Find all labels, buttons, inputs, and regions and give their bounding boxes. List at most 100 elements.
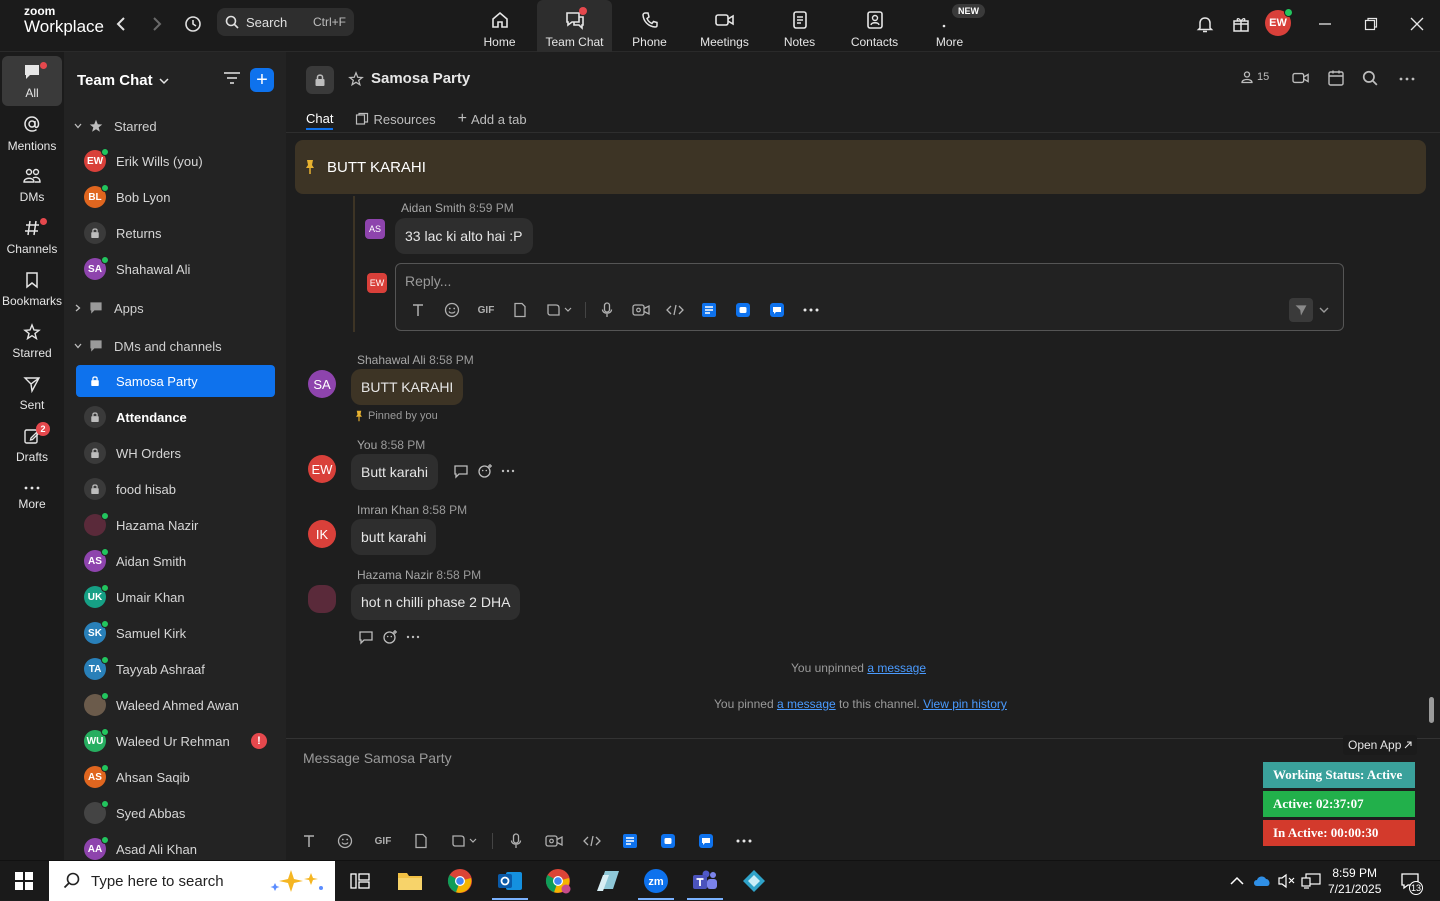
tray-chevron-up-icon[interactable]	[1227, 867, 1247, 895]
nav-more[interactable]: NEW More	[912, 0, 987, 52]
desktop-app-icon[interactable]	[740, 867, 768, 895]
sidebar-item-hazama-nazir[interactable]: Hazama Nazir	[76, 509, 275, 541]
app-icon-chat[interactable]	[687, 829, 725, 853]
section-dms-channels[interactable]: DMs and channels	[74, 334, 222, 358]
file-explorer-icon[interactable]	[396, 867, 424, 895]
onedrive-icon[interactable]	[1250, 867, 1274, 895]
filter-icon[interactable]	[223, 70, 241, 86]
sidebar-item-samosa-party[interactable]: Samosa Party	[76, 365, 275, 397]
sidebar-item-ahsan-saqib[interactable]: AS Ahsan Saqib	[76, 761, 275, 793]
pinned-message-banner[interactable]: BUTT KARAHI	[295, 140, 1426, 194]
search-bar[interactable]: Search Ctrl+F	[217, 8, 354, 36]
sidebar-item-syed-abbas[interactable]: Syed Abbas	[76, 797, 275, 829]
video-message-icon[interactable]	[624, 298, 658, 322]
search-channel-icon[interactable]	[1362, 70, 1378, 86]
microphone-icon[interactable]	[497, 829, 535, 853]
scrollbar[interactable]	[1429, 697, 1434, 723]
more-options-icon[interactable]	[1398, 76, 1416, 82]
message-bubble-4[interactable]: hot n chilli phase 2 DHA	[351, 584, 521, 620]
message-avatar-3[interactable]: IK	[308, 520, 336, 548]
calendar-icon[interactable]	[1327, 69, 1345, 87]
app-icon-docs[interactable]	[692, 298, 726, 322]
open-app-button[interactable]: Open App	[1343, 735, 1418, 755]
network-icon[interactable]	[1298, 867, 1324, 895]
app-icon-zoom[interactable]	[649, 829, 687, 853]
sidebar-item-wh-orders[interactable]: WH Orders	[76, 437, 275, 469]
tab-add[interactable]: + Add a tab	[458, 108, 527, 130]
close-icon[interactable]	[1405, 12, 1429, 36]
history-icon[interactable]	[183, 14, 203, 34]
bell-icon[interactable]	[1193, 12, 1217, 36]
sidebar-item-waleed-ahmed-awan[interactable]: Waleed Ahmed Awan	[76, 689, 275, 721]
sidebar-item-aidan-smith[interactable]: AS Aidan Smith	[76, 545, 275, 577]
message-avatar-4[interactable]	[308, 585, 336, 613]
more-dots-icon[interactable]	[501, 468, 515, 474]
sidebar-item-erik-wills-you[interactable]: EW Erik Wills (you)	[76, 145, 275, 177]
windows-start-icon[interactable]	[10, 867, 38, 895]
back-arrow-icon[interactable]	[111, 14, 131, 34]
message-avatar-2[interactable]: EW	[308, 455, 336, 483]
star-channel-icon[interactable]	[348, 71, 364, 87]
remote-app-icon[interactable]	[594, 867, 622, 895]
sidebar-title[interactable]: Team Chat	[77, 72, 169, 89]
message-bubble-3[interactable]: butt karahi	[351, 519, 437, 555]
section-apps[interactable]: Apps	[74, 296, 144, 320]
tab-chat[interactable]: Chat	[306, 108, 334, 130]
sidebar-item-shahawal-ali[interactable]: SA Shahawal Ali	[76, 253, 275, 285]
video-message-icon[interactable]	[535, 829, 573, 853]
taskbar-clock[interactable]: 8:59 PM 7/21/2025	[1328, 865, 1381, 897]
sidebar-item-waleed-ur-rehman[interactable]: WU Waleed Ur Rehman!	[76, 725, 275, 757]
sidebar-item-attendance[interactable]: Attendance	[76, 401, 275, 433]
microphone-icon[interactable]	[590, 298, 624, 322]
code-icon[interactable]	[658, 298, 692, 322]
screenshot-icon[interactable]	[537, 298, 581, 322]
gift-icon[interactable]	[1229, 12, 1253, 36]
rail-channels[interactable]: Channels	[2, 212, 62, 262]
chrome-profile-icon[interactable]	[544, 867, 572, 895]
send-icon[interactable]	[1289, 298, 1313, 322]
sidebar-item-returns[interactable]: Returns	[76, 217, 275, 249]
emoji-icon[interactable]	[435, 298, 469, 322]
user-avatar[interactable]: EW	[1265, 8, 1293, 36]
restore-icon[interactable]	[1359, 12, 1383, 36]
message-bubble-1[interactable]: BUTT KARAHI	[351, 369, 464, 405]
reply-icon[interactable]	[453, 463, 469, 479]
rail-starred[interactable]: Starred	[2, 316, 62, 366]
rail-dms[interactable]: DMs	[2, 160, 62, 210]
members-button[interactable]: 15	[1240, 70, 1269, 84]
notification-center-icon[interactable]: 13	[1396, 867, 1424, 895]
reply-input[interactable]: Reply... GIF	[395, 263, 1344, 331]
message-avatar-1[interactable]: SA	[308, 370, 336, 398]
more-tools-icon[interactable]	[725, 829, 763, 853]
sidebar-item-samuel-kirk[interactable]: SK Samuel Kirk	[76, 617, 275, 649]
thread-reply-avatar[interactable]: AS	[365, 219, 385, 239]
sidebar-item-tayyab-ashraaf[interactable]: TA Tayyab Ashraaf	[76, 653, 275, 685]
taskbar-search[interactable]: Type here to search	[49, 861, 335, 901]
sidebar-item-asad-ali-khan[interactable]: AA Asad Ali Khan	[76, 833, 275, 860]
rail-drafts[interactable]: 2 Drafts	[2, 420, 62, 470]
nav-home[interactable]: Home	[462, 0, 537, 52]
outlook-icon[interactable]	[496, 867, 524, 895]
task-view-icon[interactable]	[346, 867, 374, 895]
app-icon-chat[interactable]	[760, 298, 794, 322]
code-icon[interactable]	[573, 829, 611, 853]
gif-button[interactable]: GIF	[364, 829, 402, 853]
sidebar-item-umair-khan[interactable]: UK Umair Khan	[76, 581, 275, 613]
rail-more[interactable]: More	[2, 472, 62, 522]
view-pin-history-link[interactable]: View pin history	[923, 697, 1007, 711]
tab-resources[interactable]: Resources	[355, 108, 436, 130]
forward-arrow-icon[interactable]	[147, 14, 167, 34]
nav-contacts[interactable]: Contacts	[837, 0, 912, 52]
text-format-icon[interactable]	[292, 829, 326, 853]
nav-team-chat[interactable]: Team Chat	[537, 0, 612, 52]
pinned-message-link[interactable]: a message	[777, 697, 836, 711]
rail-bookmarks[interactable]: Bookmarks	[2, 264, 62, 314]
rail-all[interactable]: All	[2, 56, 62, 106]
nav-notes[interactable]: Notes	[762, 0, 837, 52]
message-input[interactable]: Message Samosa Party	[303, 750, 452, 766]
channel-title[interactable]: Samosa Party	[371, 70, 470, 87]
rail-sent[interactable]: Sent	[2, 368, 62, 418]
rail-mentions[interactable]: Mentions	[2, 108, 62, 158]
unpinned-message-link[interactable]: a message	[867, 661, 926, 675]
minimize-icon[interactable]	[1313, 12, 1337, 36]
